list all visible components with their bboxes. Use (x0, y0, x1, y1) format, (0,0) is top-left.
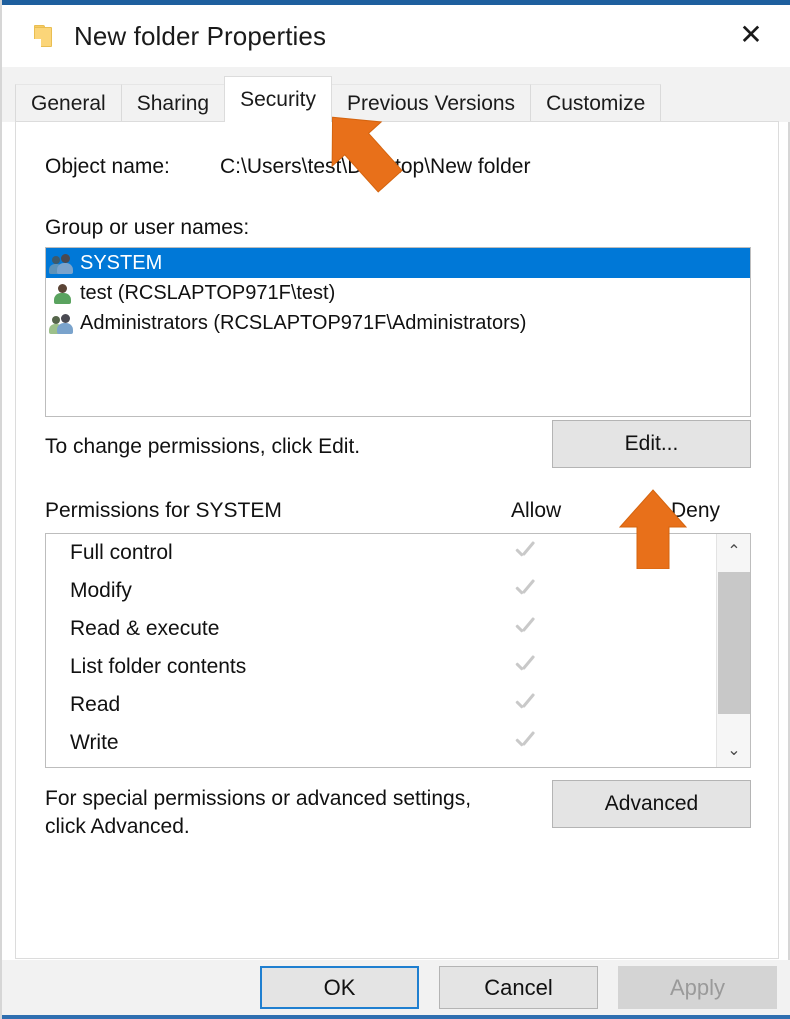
ok-button[interactable]: OK (260, 966, 419, 1009)
window-title: New folder Properties (74, 20, 327, 51)
allow-check-icon (512, 540, 538, 566)
tab-customize[interactable]: Customize (530, 84, 662, 122)
permission-label: Write (70, 731, 119, 754)
list-item[interactable]: test (RCSLAPTOP971F\test) (46, 278, 750, 308)
permission-label: List folder contents (70, 655, 247, 678)
list-item-label: SYSTEM (80, 251, 163, 274)
scrollbar-thumb[interactable] (718, 572, 750, 714)
title-bar: New folder Properties ✕ (2, 5, 790, 67)
table-row[interactable]: Modify (46, 572, 750, 610)
properties-dialog: PC risk.com New folder Properties ✕ Gene… (0, 0, 790, 1019)
advanced-button[interactable]: Advanced (552, 780, 751, 828)
table-row[interactable]: Write (46, 724, 750, 762)
edit-hint-text: To change permissions, click Edit. (45, 435, 361, 458)
object-name-row: Object name: C:\Users\test\Desktop\New f… (45, 155, 530, 179)
column-header-allow: Allow (511, 499, 562, 522)
group-list-label: Group or user names: (45, 216, 250, 239)
group-or-user-list[interactable]: SYSTEM test (RCSLAPTOP971F\test) Adminis… (45, 247, 751, 417)
allow-check-icon (512, 730, 538, 756)
group-icon (49, 251, 74, 275)
group-icon (49, 311, 74, 335)
folder-icon (30, 23, 56, 49)
scroll-down-icon[interactable]: ⌄ (717, 733, 750, 767)
permissions-title: Permissions for SYSTEM (45, 499, 282, 522)
list-item-label: test (RCSLAPTOP971F\test) (80, 281, 336, 304)
allow-check-icon (512, 692, 538, 718)
apply-button: Apply (618, 966, 777, 1009)
table-row[interactable]: List folder contents (46, 648, 750, 686)
dialog-footer: OK Cancel Apply (2, 960, 790, 1015)
edit-button[interactable]: Edit... (552, 420, 751, 468)
arrow-to-security-tab (307, 100, 422, 200)
list-item-label: Administrators (RCSLAPTOP971F\Administra… (80, 311, 527, 334)
permission-label: Modify (70, 579, 132, 602)
bottom-accent-bar (2, 1015, 790, 1019)
permissions-scrollbar[interactable]: ⌃ ⌄ (716, 534, 750, 767)
permission-label: Full control (70, 541, 173, 564)
object-name-label: Object name: (45, 155, 170, 178)
advanced-hint-text: For special permissions or advanced sett… (45, 787, 472, 838)
allow-check-icon (512, 578, 538, 604)
allow-check-icon (512, 616, 538, 642)
cancel-button[interactable]: Cancel (439, 966, 598, 1009)
list-item[interactable]: SYSTEM (46, 248, 750, 278)
user-icon (50, 281, 74, 305)
arrow-to-edit-button (614, 487, 692, 569)
allow-check-icon (512, 654, 538, 680)
list-item[interactable]: Administrators (RCSLAPTOP971F\Administra… (46, 308, 750, 338)
scroll-up-icon[interactable]: ⌃ (717, 534, 750, 568)
permission-label: Read (70, 693, 121, 716)
table-row[interactable]: Read (46, 686, 750, 724)
tab-sharing[interactable]: Sharing (120, 84, 226, 122)
close-icon[interactable]: ✕ (728, 12, 774, 58)
tab-general[interactable]: General (15, 84, 122, 122)
table-row[interactable]: Read & execute (46, 610, 750, 648)
permission-label: Read & execute (70, 617, 220, 640)
